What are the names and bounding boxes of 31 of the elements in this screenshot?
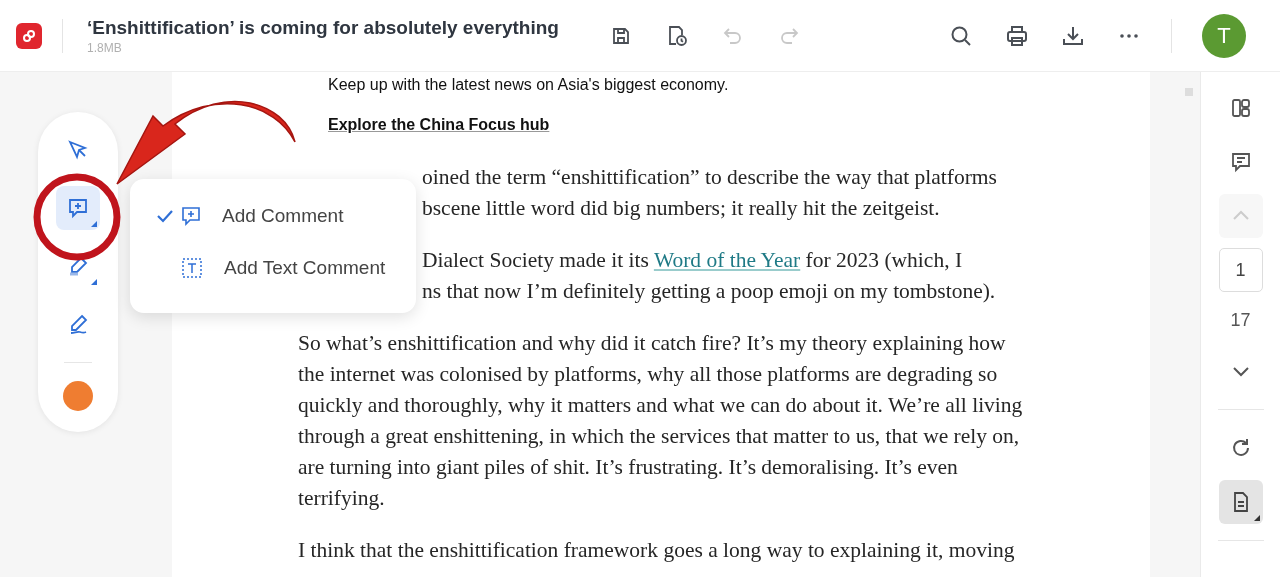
add-comment-icon xyxy=(67,197,89,219)
text-box-icon xyxy=(180,256,204,280)
scroll-marker xyxy=(1185,88,1193,96)
layout-icon xyxy=(1229,97,1252,119)
add-comment-icon xyxy=(180,205,202,227)
submenu-corner-icon xyxy=(91,221,97,227)
add-text-comment-item[interactable]: Add Text Comment xyxy=(130,245,416,291)
total-pages: 17 xyxy=(1230,309,1251,332)
comment-tool[interactable] xyxy=(56,186,100,230)
submenu-corner-icon xyxy=(1253,515,1260,521)
paragraph-line: oined the term “enshittification” to describe the way that platforms xyxy=(422,164,998,191)
page-number-field[interactable]: 1 xyxy=(1218,248,1263,292)
submenu-corner-icon xyxy=(91,279,97,285)
more-icon xyxy=(1120,33,1138,38)
file-size: 1.8MB xyxy=(87,40,123,55)
paragraph: So what’s enshittification and why did it catch fire? It’s my theory explaining how the internet was colonised by platforms, why all those platforms are degrading so quickly and thoroughly, why it matters and what we can do about it. We’re all living through a great enshittening, in which the services that matter to us, that we rely on, are turning into giant piles of shit. It’s frustrating. It’s demoralising. It’s even terrifying. xyxy=(298,330,1024,512)
paragraph: I think that the enshittification framework goes a long way to explaining it, moving xyxy=(298,537,1016,564)
document-title: ‘Enshittification’ is coming for absolutely everything xyxy=(87,16,559,39)
printer-icon xyxy=(1005,23,1029,48)
paragraph-line: ns that now I’m definitely getting a poop emoji on my tombstone). xyxy=(422,278,997,305)
color-swatch[interactable] xyxy=(63,381,93,411)
word-of-the-year-link[interactable]: Word of the Year xyxy=(653,248,801,272)
document-view-button[interactable] xyxy=(1218,480,1263,524)
comment-icon xyxy=(1229,151,1252,173)
intro-text: Keep up with the latest news on Asia's biggest economy. xyxy=(328,75,730,95)
paragraph-line: bscene little word did big numbers; it really hit the zeitgeist. xyxy=(422,195,941,222)
hub-link[interactable]: Explore the China Focus hub xyxy=(328,116,550,134)
cursor-icon xyxy=(67,139,89,161)
add-comment-item[interactable]: Add Comment xyxy=(130,193,416,239)
app-logo-icon xyxy=(16,22,42,49)
paragraph-line: Dialect Society made it its Word of the Year for 2023 (which, I xyxy=(422,247,964,274)
